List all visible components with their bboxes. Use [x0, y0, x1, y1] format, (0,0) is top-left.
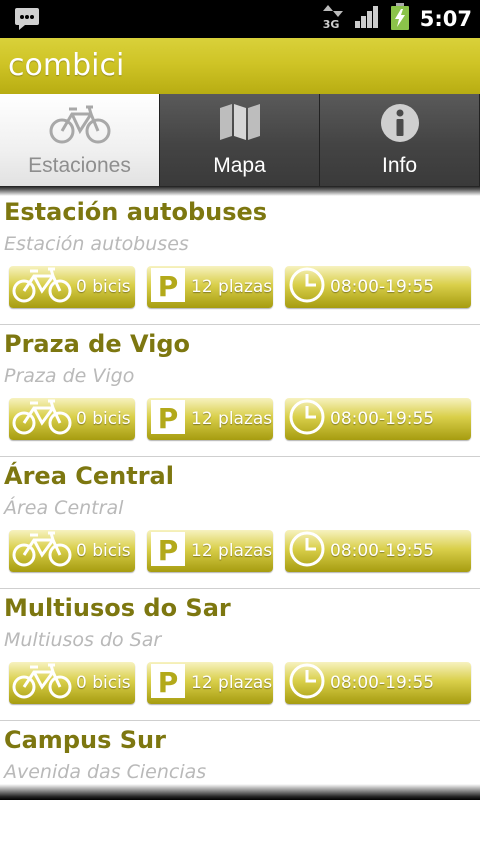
station-address: Área Central [4, 497, 124, 519]
station-list[interactable]: Estación autobuses Estación autobuses 0 … [0, 193, 480, 853]
clock-icon [288, 530, 326, 572]
hours-button[interactable]: 08:00-19:55 [285, 530, 471, 572]
map-icon [218, 102, 262, 146]
list-item[interactable]: Praza de Vigo Praza de Vigo 0 bicis P 12… [0, 325, 480, 457]
bikes-button[interactable]: 0 bicis [9, 530, 135, 572]
bicycle-icon [11, 265, 73, 309]
opening-hours: 08:00-19:55 [330, 409, 435, 429]
app-title: combici [8, 48, 125, 83]
parking-icon: P [150, 267, 186, 307]
list-item[interactable]: Área Central Área Central 0 bicis P 12 p… [0, 457, 480, 589]
tab-label: Estaciones [28, 154, 131, 177]
station-name: Praza de Vigo [4, 330, 190, 358]
hours-button[interactable]: 08:00-19:55 [285, 398, 471, 440]
station-name: Campus Sur [4, 726, 166, 754]
bikes-count: 0 bicis [76, 277, 131, 297]
clock-icon [288, 398, 326, 440]
slots-count: 12 plazas [191, 277, 273, 297]
battery-charging-icon [390, 3, 410, 35]
bikes-button[interactable]: 0 bicis [9, 266, 135, 308]
svg-text:P: P [158, 402, 179, 435]
bikes-count: 0 bicis [76, 673, 131, 693]
bicycle-icon [11, 661, 73, 705]
bikes-count: 0 bicis [76, 541, 131, 561]
tab-estaciones[interactable]: Estaciones [0, 94, 160, 186]
info-icon [379, 102, 421, 148]
clock-icon [288, 662, 326, 704]
slots-count: 12 plazas [191, 673, 273, 693]
svg-text:P: P [158, 666, 179, 699]
title-bar: combici [0, 38, 480, 94]
parking-icon: P [150, 399, 186, 439]
slots-count: 12 plazas [191, 541, 273, 561]
network-3g-icon: 3G [322, 5, 344, 33]
station-name: Multiusos do Sar [4, 594, 231, 622]
clock: 5:07 [419, 7, 472, 31]
message-icon [14, 7, 40, 35]
list-item[interactable]: Estación autobuses Estación autobuses 0 … [0, 193, 480, 325]
opening-hours: 08:00-19:55 [330, 673, 435, 693]
station-name: Estación autobuses [4, 198, 268, 226]
station-address: Multiusos do Sar [4, 629, 162, 651]
bikes-button[interactable]: 0 bicis [9, 662, 135, 704]
svg-text:P: P [158, 534, 179, 567]
bottom-edge-fade [0, 784, 480, 800]
parking-icon: P [150, 531, 186, 571]
bicycle-icon [11, 397, 73, 441]
slots-button[interactable]: P 12 plazas [147, 662, 273, 704]
slots-count: 12 plazas [191, 409, 273, 429]
station-address: Praza de Vigo [4, 365, 135, 387]
bicycle-icon [11, 529, 73, 573]
parking-icon: P [150, 663, 186, 703]
hours-button[interactable]: 08:00-19:55 [285, 662, 471, 704]
bikes-button[interactable]: 0 bicis [9, 398, 135, 440]
network-type-label: 3G [322, 18, 340, 31]
tab-label: Info [381, 154, 418, 177]
tab-label: Mapa [213, 154, 266, 177]
slots-button[interactable]: P 12 plazas [147, 530, 273, 572]
list-item[interactable]: Multiusos do Sar Multiusos do Sar 0 bici… [0, 589, 480, 721]
slots-button[interactable]: P 12 plazas [147, 266, 273, 308]
station-name: Área Central [4, 462, 174, 490]
opening-hours: 08:00-19:55 [330, 277, 435, 297]
bicycle-icon [49, 102, 111, 150]
signal-icon [354, 5, 380, 33]
station-address: Avenida das Ciencias [4, 761, 207, 783]
bikes-count: 0 bicis [76, 409, 131, 429]
status-bar: 3G 5:07 [0, 0, 480, 38]
tab-mapa[interactable]: Mapa [160, 94, 320, 186]
slots-button[interactable]: P 12 plazas [147, 398, 273, 440]
station-address: Estación autobuses [4, 233, 189, 255]
opening-hours: 08:00-19:55 [330, 541, 435, 561]
clock-icon [288, 266, 326, 308]
svg-text:P: P [158, 270, 179, 303]
hours-button[interactable]: 08:00-19:55 [285, 266, 471, 308]
tab-bar: Estaciones Mapa Info [0, 94, 480, 186]
tab-info[interactable]: Info [320, 94, 480, 186]
